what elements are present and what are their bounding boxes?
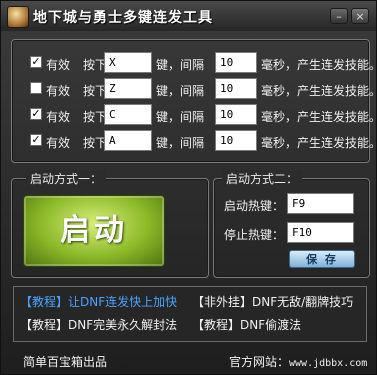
app-logo-icon [7, 6, 29, 28]
key-input-3[interactable]: C [104, 104, 152, 125]
start-button-label: 启动 [60, 213, 128, 248]
start-hotkey-label: 启动热键： [224, 199, 285, 213]
interval-label: 键，间隔 [156, 58, 205, 72]
app-window: 地下城与勇士多键连发工具 – × ✓ 有效 按下 X 键，间隔 10 毫秒，产生… [0, 0, 377, 375]
suffix-label: 毫秒，产生连发技能。 [261, 58, 377, 72]
close-button[interactable]: × [351, 8, 369, 24]
key-row: ✓ 有效 按下 X 键，间隔 10 毫秒，产生连发技能。 [12, 52, 377, 74]
enable-checkbox-1[interactable]: ✓ [30, 56, 42, 68]
method-one-title: 启动方式一： [26, 170, 107, 187]
interval-input-3[interactable]: 10 [215, 104, 257, 125]
stop-hotkey-input[interactable]: F10 [287, 222, 354, 243]
enable-checkbox-2[interactable] [30, 82, 42, 94]
key-row: ✓ 有效 按下 C 键，间隔 10 毫秒，产生连发技能。 [12, 104, 377, 126]
enabled-label: 有效 [46, 84, 71, 98]
key-input-2[interactable]: Z [104, 78, 152, 99]
key-input-4[interactable]: A [104, 130, 152, 151]
suffix-label: 毫秒，产生连发技能。 [261, 110, 377, 124]
link-smuggle-method[interactable]: 【教程】DNF偷渡法 [192, 316, 301, 333]
link-unban-method[interactable]: 【教程】DNF完美永久解封法 [20, 316, 177, 333]
tutorial-links-box: 【教程】让DNF连发快上加快 【非外挂】DNF无敌/翻牌技巧 【教程】DNF完美… [13, 286, 367, 342]
interval-label: 键，间隔 [156, 136, 205, 150]
suffix-label: 毫秒，产生连发技能。 [261, 136, 377, 150]
title-bar: 地下城与勇士多键连发工具 – × [1, 1, 376, 31]
suffix-label: 毫秒，产生连发技能。 [261, 84, 377, 98]
link-tutorial-speed[interactable]: 【教程】让DNF连发快上加快 [20, 293, 177, 310]
interval-input-4[interactable]: 10 [215, 130, 257, 151]
interval-input-1[interactable]: 10 [215, 52, 257, 73]
official-site-url[interactable]: www.jdbbx.com [289, 358, 367, 369]
interval-label: 键，间隔 [156, 84, 205, 98]
key-input-1[interactable]: X [104, 52, 152, 73]
publisher-label: 简单百宝箱出品 [23, 355, 108, 369]
minimize-button[interactable]: – [330, 8, 348, 24]
enable-checkbox-4[interactable]: ✓ [30, 134, 42, 146]
start-button[interactable]: 启动 [23, 195, 165, 267]
link-invincible-tips[interactable]: 【非外挂】DNF无敌/翻牌技巧 [192, 293, 353, 310]
stop-hotkey-label: 停止热键： [224, 228, 285, 242]
official-site-label: 官方网站： [229, 355, 290, 369]
official-site: 官方网站：www.jdbbx.com [229, 353, 367, 370]
enabled-label: 有效 [46, 58, 71, 72]
interval-input-2[interactable]: 10 [215, 78, 257, 99]
window-title: 地下城与勇士多键连发工具 [33, 10, 213, 26]
key-row: 有效 按下 Z 键，间隔 10 毫秒，产生连发技能。 [12, 78, 377, 100]
enabled-label: 有效 [46, 136, 71, 150]
key-row: ✓ 有效 按下 A 键，间隔 10 毫秒，产生连发技能。 [12, 130, 377, 152]
method-two-title: 启动方式二： [222, 170, 303, 187]
enabled-label: 有效 [46, 110, 71, 124]
key-settings-panel: ✓ 有效 按下 X 键，间隔 10 毫秒，产生连发技能。 有效 按下 Z 键，间… [11, 39, 377, 163]
save-button[interactable]: 保 存 [289, 250, 355, 268]
start-hotkey-input[interactable]: F9 [287, 193, 354, 214]
enable-checkbox-3[interactable]: ✓ [30, 108, 42, 120]
interval-label: 键，间隔 [156, 110, 205, 124]
